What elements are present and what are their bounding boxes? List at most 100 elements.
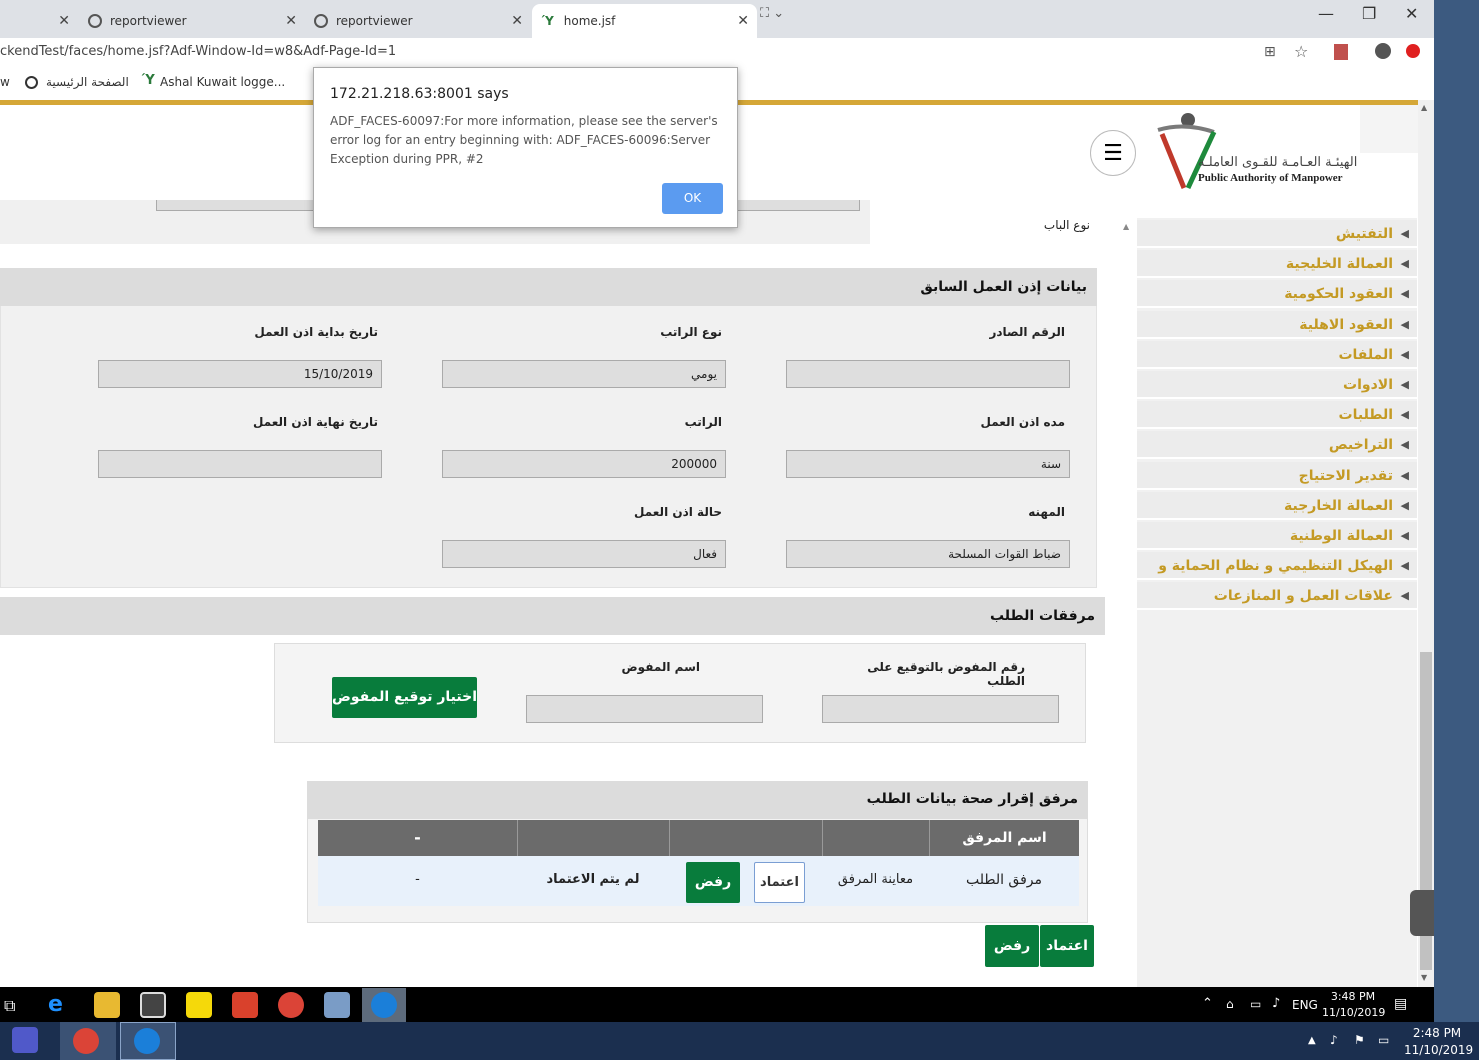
tray-display-icon[interactable]: ▭ xyxy=(1250,997,1261,1011)
sidebar-item[interactable]: ◀ التفتيش xyxy=(1137,220,1417,248)
sidebar-item-label: التفتيش xyxy=(1335,226,1393,242)
attachment-table-title: مرفق إقرار صحة بيانات الطلب xyxy=(307,781,1088,819)
teamviewer-icon[interactable] xyxy=(134,1028,160,1054)
clock-time-1[interactable]: 3:48 PM xyxy=(1322,990,1384,1003)
hamburger-icon[interactable]: ☰ xyxy=(1090,130,1136,176)
sidebar-item[interactable]: ◀ العمالة الخليجية xyxy=(1137,250,1417,279)
file-explorer-icon[interactable] xyxy=(94,992,120,1018)
edge-icon[interactable]: e xyxy=(48,992,63,1017)
sidebar-item[interactable]: ◀ الملفات xyxy=(1137,340,1417,369)
salary-type-label: نوع الراتب xyxy=(660,325,722,339)
close-icon[interactable]: ✕ xyxy=(285,13,297,29)
sidebar-item[interactable]: ◀ الادوات xyxy=(1137,371,1417,399)
salary-type-field[interactable]: يومي xyxy=(442,360,726,388)
bookmark-home[interactable]: الصفحة الرئيسية xyxy=(46,75,129,89)
tab-reportviewer-1[interactable]: reportviewer ✕ xyxy=(80,4,305,38)
pam-favicon-icon: Ύ xyxy=(142,73,155,88)
close-icon[interactable]: ✕ xyxy=(511,13,523,29)
window-close-icon[interactable]: ✕ xyxy=(1405,4,1418,23)
close-icon[interactable]: ✕ xyxy=(58,13,70,29)
caret-left-icon: ◀ xyxy=(1400,559,1409,573)
issued-no-field[interactable] xyxy=(786,360,1070,388)
bookmark-partial[interactable]: w xyxy=(0,75,10,89)
profession-field[interactable]: ضباط القوات المسلحة xyxy=(786,540,1070,568)
sidebar-item[interactable]: ◀ الطلبات xyxy=(1137,401,1417,430)
dialog-title: 172.21.218.63:8001 says xyxy=(330,86,509,102)
delegate-no-field[interactable] xyxy=(822,695,1059,723)
tab-home[interactable]: Ύ home.jsf ✕ xyxy=(532,4,757,38)
tab-partial[interactable]: ✕ xyxy=(0,4,78,38)
volume-icon[interactable]: ♪ xyxy=(1272,996,1280,1011)
tab-reportviewer-2[interactable]: reportviewer ✕ xyxy=(306,4,531,38)
tray-network-icon[interactable]: ⌂ xyxy=(1226,997,1234,1011)
salary-field[interactable]: 200000 xyxy=(442,450,726,478)
sidebar-item[interactable]: ◀ العمالة الوطنية xyxy=(1137,522,1417,550)
translate-icon[interactable]: ⊞ xyxy=(1264,44,1276,60)
pdf-extension-icon[interactable] xyxy=(1334,44,1348,60)
language-indicator[interactable]: ENG xyxy=(1292,998,1318,1012)
caret-left-icon: ◀ xyxy=(1400,347,1409,361)
sidebar-item[interactable]: ◀ تقدير الاحتياج xyxy=(1137,461,1417,490)
delegate-no-label: رقم المفوض بالتوقيع على الطلب xyxy=(867,660,1025,688)
row-dash: - xyxy=(415,872,420,887)
scroll-up-icon[interactable]: ▲ xyxy=(1421,103,1427,112)
sticky-notes-icon[interactable] xyxy=(186,992,212,1018)
globe-icon xyxy=(25,76,38,89)
sidebar-item[interactable]: ◀ التراخيص xyxy=(1137,431,1417,460)
clock-date-1[interactable]: 11/10/2019 xyxy=(1322,1006,1385,1019)
sidebar-item[interactable]: ◀ العقود الاهلية xyxy=(1137,310,1417,339)
dialog-ok-button[interactable]: OK xyxy=(662,183,723,214)
sidebar-item-label: العقود الاهلية xyxy=(1299,316,1393,333)
teamviewer-handle-icon[interactable] xyxy=(1410,890,1434,936)
status-field[interactable]: فعال xyxy=(442,540,726,568)
sidebar-item[interactable]: ◀ العقود الحكومية xyxy=(1137,280,1417,309)
sidebar-item[interactable]: ◀ العمالة الخارجية xyxy=(1137,491,1417,520)
minimize-icon[interactable]: — xyxy=(1318,4,1334,23)
teamviewer-icon[interactable] xyxy=(371,992,397,1018)
bookmark-ashal[interactable]: Ashal Kuwait logge... xyxy=(160,75,285,89)
extension-icon[interactable] xyxy=(1406,44,1420,58)
tab-overflow-icon[interactable]: ⛶ ⌄ xyxy=(760,6,796,24)
anydesk-icon[interactable] xyxy=(232,992,258,1018)
store-icon[interactable] xyxy=(140,992,166,1018)
clock-date-2[interactable]: 11/10/2019 xyxy=(1404,1043,1473,1057)
teams-icon[interactable] xyxy=(12,1027,38,1053)
tray-chevron-icon[interactable]: ⌃ xyxy=(1202,996,1213,1011)
sidebar-item[interactable]: ◀الهيكل التنظيمي و نظام الحماية و الامن xyxy=(1137,552,1417,602)
duration-field[interactable]: سنة xyxy=(786,450,1070,478)
approve-button[interactable]: اعتماد xyxy=(1040,925,1094,967)
media-player-icon[interactable] xyxy=(324,992,350,1018)
tray-chevron-icon[interactable]: ▲ xyxy=(1308,1035,1316,1046)
chrome-icon[interactable] xyxy=(278,992,304,1018)
scroll-down-icon[interactable]: ▼ xyxy=(1421,973,1427,982)
row-approve-button[interactable]: اعتماد xyxy=(754,862,805,903)
pam-favicon-icon: Ύ xyxy=(542,14,554,28)
end-date-field[interactable] xyxy=(98,450,382,478)
start-date-field[interactable]: 15/10/2019 xyxy=(98,360,382,388)
reject-button[interactable]: رفض xyxy=(985,925,1039,967)
restore-icon[interactable]: ❐ xyxy=(1362,4,1376,23)
preview-attachment-link[interactable]: معاينة المرفق xyxy=(822,856,929,906)
scroll-up-icon[interactable]: ▲ xyxy=(1123,222,1129,231)
alert-dialog: 172.21.218.63:8001 says ADF_FACES-60097:… xyxy=(313,67,738,228)
close-icon[interactable]: ✕ xyxy=(737,13,749,29)
caret-left-icon: ◀ xyxy=(1400,317,1409,331)
url-text[interactable]: ckendTest/faces/home.jsf?Adf-Window-Id=w… xyxy=(0,44,396,59)
tray-flag-icon[interactable]: ⚑ xyxy=(1354,1033,1365,1047)
sidebar-item[interactable]: ◀ علاقات العمل و المنازعات xyxy=(1137,582,1417,611)
profile-icon[interactable] xyxy=(1375,43,1391,59)
delegate-name-field[interactable] xyxy=(526,695,763,723)
choose-signature-button[interactable]: اختيار توقيع المفوض xyxy=(332,677,477,718)
tab-label: reportviewer xyxy=(336,14,413,28)
notifications-icon[interactable]: ▤ xyxy=(1394,996,1407,1012)
tray-network-icon[interactable]: ▭ xyxy=(1378,1033,1389,1047)
chrome-icon[interactable] xyxy=(73,1028,99,1054)
sidebar-item-label: العمالة الوطنية xyxy=(1289,528,1393,544)
task-view-icon[interactable]: ⧉ xyxy=(4,996,15,1016)
col-header-dash: - xyxy=(414,828,421,847)
volume-icon[interactable]: ♪ xyxy=(1330,1033,1338,1047)
sidebar-item-label: العمالة الخليجية xyxy=(1285,256,1393,273)
clock-time-2[interactable]: 2:48 PM xyxy=(1404,1026,1470,1040)
star-icon[interactable]: ☆ xyxy=(1294,42,1308,61)
row-reject-button[interactable]: رفض xyxy=(686,862,740,903)
